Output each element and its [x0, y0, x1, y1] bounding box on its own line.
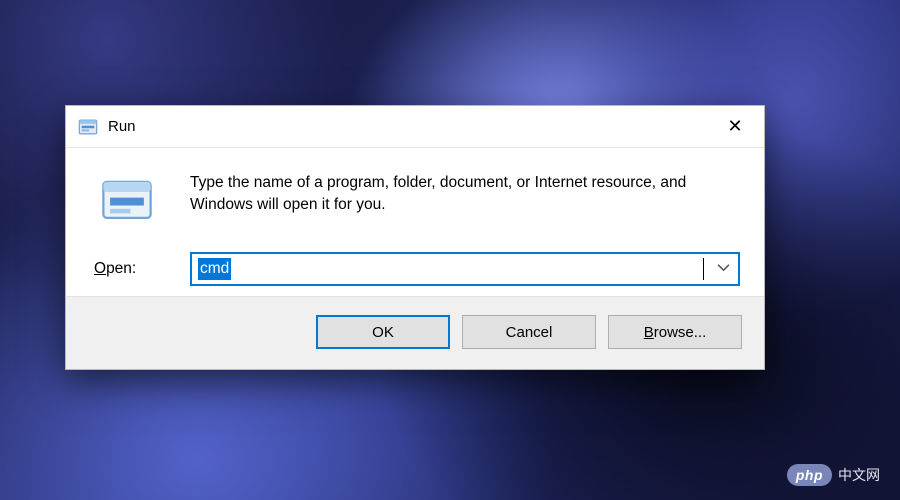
- cancel-button[interactable]: Cancel: [462, 315, 596, 349]
- browse-button[interactable]: Browse...: [608, 315, 742, 349]
- ok-label: OK: [372, 324, 394, 341]
- close-button[interactable]: ✕: [706, 106, 764, 147]
- open-input[interactable]: [190, 252, 740, 286]
- watermark-text: 中文网: [838, 465, 880, 485]
- dialog-body: Type the name of a program, folder, docu…: [66, 148, 764, 296]
- dialog-description: Type the name of a program, folder, docu…: [190, 172, 740, 217]
- open-mnemonic: O: [94, 260, 106, 277]
- run-body-icon: [100, 174, 154, 228]
- cancel-label: Cancel: [506, 324, 553, 341]
- run-dialog: Run ✕ Type the name of a program, folder…: [65, 105, 765, 370]
- browse-label: Browse...: [644, 324, 707, 341]
- browse-label-rest: rowse...: [654, 324, 707, 341]
- watermark: php 中文网: [787, 464, 880, 486]
- browse-mnemonic: B: [644, 324, 654, 341]
- open-label-rest: pen:: [106, 260, 136, 277]
- ok-button[interactable]: OK: [316, 315, 450, 349]
- titlebar: Run ✕: [66, 106, 764, 148]
- dialog-footer: OK Cancel Browse...: [66, 296, 764, 369]
- open-combobox[interactable]: cmd: [190, 252, 740, 286]
- run-title-icon: [78, 117, 98, 137]
- watermark-pill: php: [787, 464, 832, 486]
- open-label: Open:: [90, 260, 176, 278]
- close-icon: ✕: [727, 116, 742, 137]
- window-title: Run: [108, 118, 706, 135]
